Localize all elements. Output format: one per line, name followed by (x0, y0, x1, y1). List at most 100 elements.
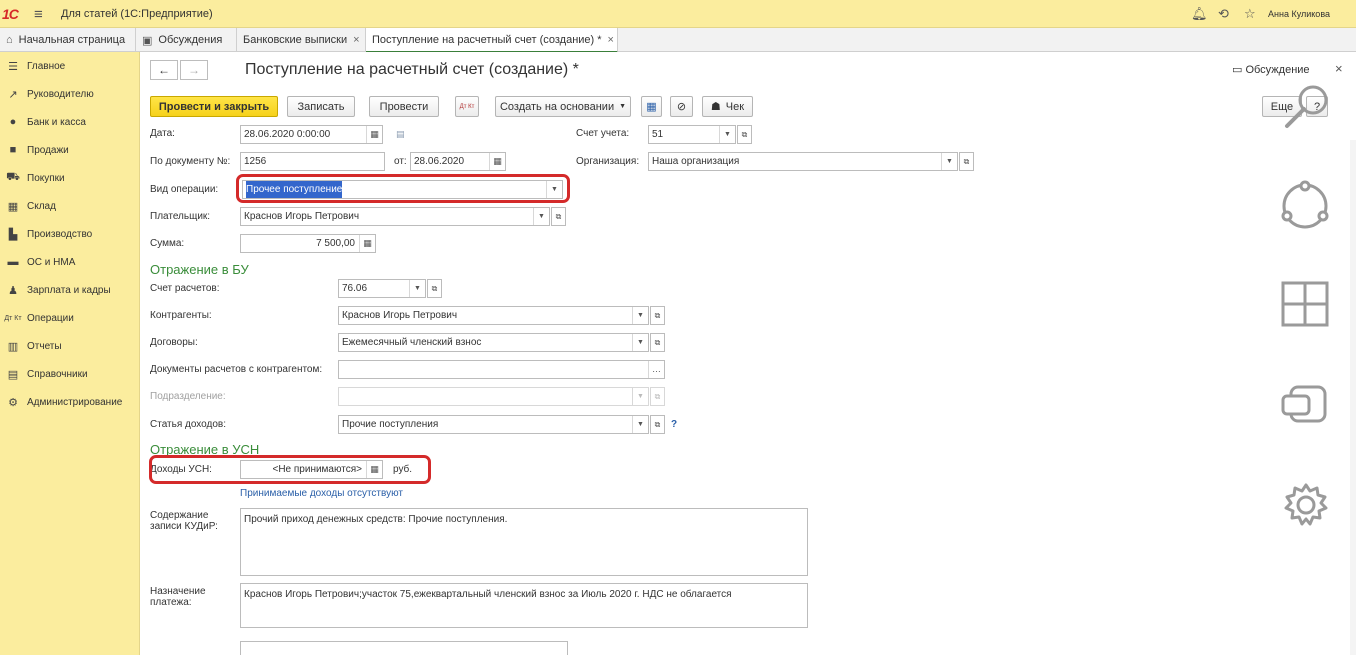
income-item-label: Статья доходов: (150, 419, 227, 430)
comment-icon[interactable]: ▤ (396, 129, 405, 140)
tab-home[interactable]: ⌂ Начальная страница (0, 28, 136, 52)
purpose-textarea[interactable]: Краснов Игорь Петрович;участок 75,ежеква… (240, 583, 808, 628)
sidebar-item-label: Покупки (27, 172, 65, 184)
chevron-down-icon[interactable]: ▼ (632, 416, 648, 433)
cart-icon: ⛟ (6, 171, 20, 183)
sidebar-item-sales[interactable]: ■ Продажи (0, 139, 140, 161)
sidebar-item-assets[interactable]: ▬ ОС и НМА (0, 251, 140, 273)
star-icon[interactable]: ☆ (1244, 6, 1256, 22)
user-name[interactable]: Анна Куликова (1268, 9, 1330, 19)
receipt-button[interactable]: ☗ Чек (702, 96, 753, 117)
sidebar-item-reports[interactable]: ▥ Отчеты (0, 335, 140, 357)
bell-icon[interactable]: 🔔︎ (1191, 6, 1208, 22)
calendar-icon[interactable]: ▦ (366, 126, 382, 143)
tab-receipt[interactable]: Поступление на расчетный счет (создание)… (366, 28, 618, 53)
back-button[interactable]: ← (150, 60, 178, 80)
open-icon[interactable]: ⧉ (650, 306, 665, 325)
doc-number-field[interactable]: 1256 (240, 152, 385, 171)
post-button[interactable]: Провести (369, 96, 439, 117)
devices-icon (1281, 385, 1327, 423)
date-value: 28.06.2020 0:00:00 (244, 129, 331, 140)
ellipsis-icon[interactable]: … (648, 361, 664, 378)
windows-icon (1281, 281, 1329, 327)
accepted-income-link[interactable]: Принимаемые доходы отсутствуют (240, 488, 403, 499)
scrollbar[interactable] (1350, 140, 1356, 655)
calendar-icon[interactable]: ▦ (489, 153, 505, 170)
next-field-partial[interactable] (240, 641, 568, 655)
kudir-textarea[interactable]: Прочий приход денежных средств: Прочие п… (240, 508, 808, 576)
close-icon[interactable]: × (1335, 61, 1343, 76)
sidebar-item-label: Главное (27, 60, 66, 72)
date-field[interactable]: 28.06.2020 0:00:00 ▦ (240, 125, 383, 144)
discussion-link[interactable]: ▭ Обсуждение (1232, 63, 1310, 76)
chevron-down-icon[interactable]: ▼ (632, 307, 648, 324)
doc-number-value: 1256 (244, 156, 267, 167)
account-field[interactable]: 51 ▼ (648, 125, 736, 144)
sidebar-item-label: Администрирование (27, 396, 123, 408)
chevron-down-icon[interactable]: ▼ (409, 280, 425, 297)
printer-icon: ☗ (710, 101, 721, 113)
sidebar-item-purchases[interactable]: ⛟ Покупки (0, 167, 140, 189)
kudir-label-line2: записи КУДиР: (150, 521, 218, 532)
help-link[interactable]: ? (671, 419, 677, 430)
sidebar-item-label: Операции (27, 312, 74, 324)
tab-bank-statements[interactable]: Банковские выписки × (237, 28, 366, 52)
chevron-down-icon[interactable]: ▼ (719, 126, 735, 143)
from-date-field[interactable]: 28.06.2020 ▦ (410, 152, 506, 171)
sidebar-item-production[interactable]: ▙ Производство (0, 223, 140, 245)
sidebar-item-label: Отчеты (27, 340, 62, 352)
account-label: Счет учета: (576, 128, 630, 139)
settlement-docs-field[interactable]: … (338, 360, 665, 379)
history-icon[interactable]: ⟲ (1218, 6, 1229, 22)
book-icon: ▤ (7, 368, 19, 381)
sidebar-item-bank[interactable]: ● Банк и касса (0, 111, 140, 133)
income-item-field[interactable]: Прочие поступления ▼ (338, 415, 649, 434)
organization-field[interactable]: Наша организация ▼ (648, 152, 958, 171)
chevron-down-icon[interactable]: ▼ (632, 334, 648, 351)
sidebar-item-admin[interactable]: ⚙ Администрирование (0, 391, 140, 413)
sidebar-item-operations[interactable]: Дт Кт Операции (0, 307, 140, 329)
sidebar-item-catalogs[interactable]: ▤ Справочники (0, 363, 140, 385)
sidebar-item-label: Банк и касса (27, 116, 86, 128)
chat-icon: ▭ (1232, 64, 1246, 76)
main-menu-icon[interactable]: ≡ (34, 6, 43, 23)
settlement-account-field[interactable]: 76.06 ▼ (338, 279, 426, 298)
tab-bar: ⌂ Начальная страница ▣ Обсуждения Банков… (0, 28, 1356, 53)
structure-icon[interactable]: ▦ (641, 96, 662, 117)
post-and-close-button[interactable]: Провести и закрыть (150, 96, 278, 117)
save-button[interactable]: Записать (287, 96, 355, 117)
open-icon[interactable]: ⧉ (959, 152, 974, 171)
open-icon[interactable]: ⧉ (551, 207, 566, 226)
app-title: Для статей (1С:Предприятие) (61, 8, 213, 20)
contracts-value: Ежемесячный членский взнос (342, 337, 482, 348)
chevron-down-icon[interactable]: ▼ (941, 153, 957, 170)
sidebar-item-main[interactable]: ☰ Главное (0, 55, 140, 77)
forward-button[interactable]: → (180, 60, 208, 80)
open-icon[interactable]: ⧉ (427, 279, 442, 298)
open-icon[interactable]: ⧉ (650, 415, 665, 434)
contractors-value: Краснов Игорь Петрович (342, 310, 458, 321)
bank-icon: ● (9, 116, 17, 128)
close-icon[interactable]: × (353, 34, 359, 46)
attachment-icon[interactable]: ⊘ (670, 96, 693, 117)
dt-kt-button[interactable]: Дт Кт (455, 96, 479, 117)
open-icon[interactable]: ⧉ (650, 333, 665, 352)
contracts-field[interactable]: Ежемесячный членский взнос ▼ (338, 333, 649, 352)
highlight-frame (236, 174, 570, 203)
open-icon[interactable]: ⧉ (737, 125, 752, 144)
sidebar-item-label: Продажи (27, 144, 69, 156)
tab-label: Начальная страница (18, 34, 126, 46)
close-icon[interactable]: × (608, 34, 614, 46)
bag-icon: ■ (9, 144, 17, 156)
sidebar-item-warehouse[interactable]: ▦ Склад (0, 195, 140, 217)
sum-field[interactable]: 7 500,00 ▦ (240, 234, 376, 253)
calculator-icon[interactable]: ▦ (359, 235, 375, 252)
sidebar-item-label: Склад (27, 200, 56, 212)
contractors-field[interactable]: Краснов Игорь Петрович ▼ (338, 306, 649, 325)
sidebar-item-manager[interactable]: ↗ Руководителю (0, 83, 140, 105)
create-based-on-button[interactable]: Создать на основании ▼ (495, 96, 631, 117)
payer-field[interactable]: Краснов Игорь Петрович ▼ (240, 207, 550, 226)
sidebar-item-salary[interactable]: ♟ Зарплата и кадры (0, 279, 140, 301)
tab-discussions[interactable]: ▣ Обсуждения (136, 28, 237, 52)
chevron-down-icon[interactable]: ▼ (533, 208, 549, 225)
